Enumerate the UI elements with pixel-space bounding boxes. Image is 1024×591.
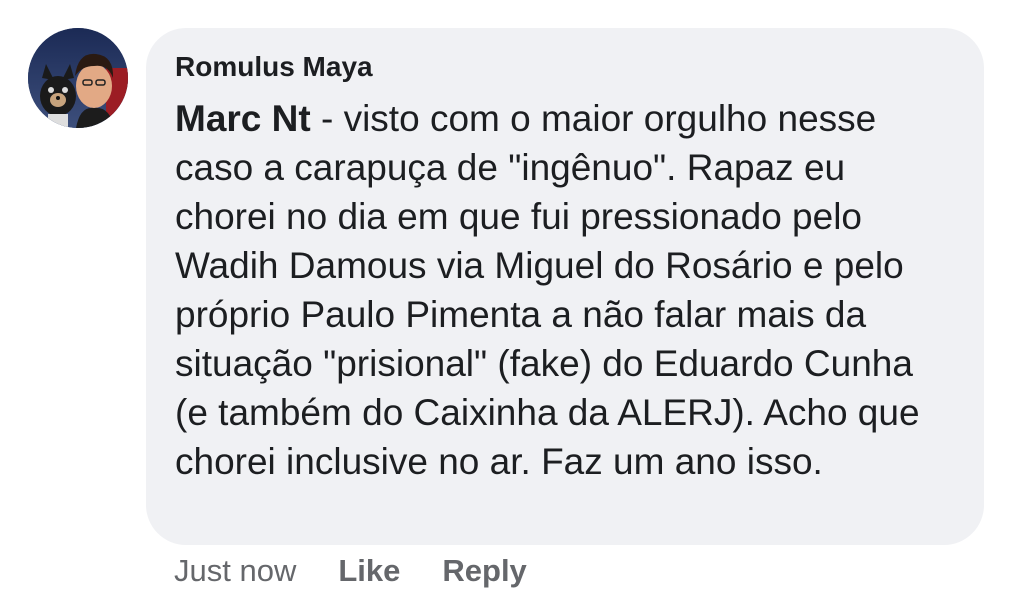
comment-timestamp[interactable]: Just now (174, 553, 296, 589)
comment-body: Marc Nt - visto com o maior orgulho ness… (175, 94, 954, 486)
author-avatar[interactable] (28, 28, 128, 128)
avatar-photo (28, 28, 128, 128)
reply-button[interactable]: Reply (442, 553, 526, 589)
comment-text: - visto com o maior orgulho nesse caso a… (175, 98, 920, 482)
comment-actions: Just now Like Reply (174, 551, 569, 591)
like-button[interactable]: Like (338, 553, 400, 589)
comment-mention[interactable]: Marc Nt (175, 98, 311, 139)
comment-bubble: Romulus Maya Marc Nt - visto com o maior… (146, 28, 984, 545)
comment-author-name[interactable]: Romulus Maya (175, 50, 954, 84)
